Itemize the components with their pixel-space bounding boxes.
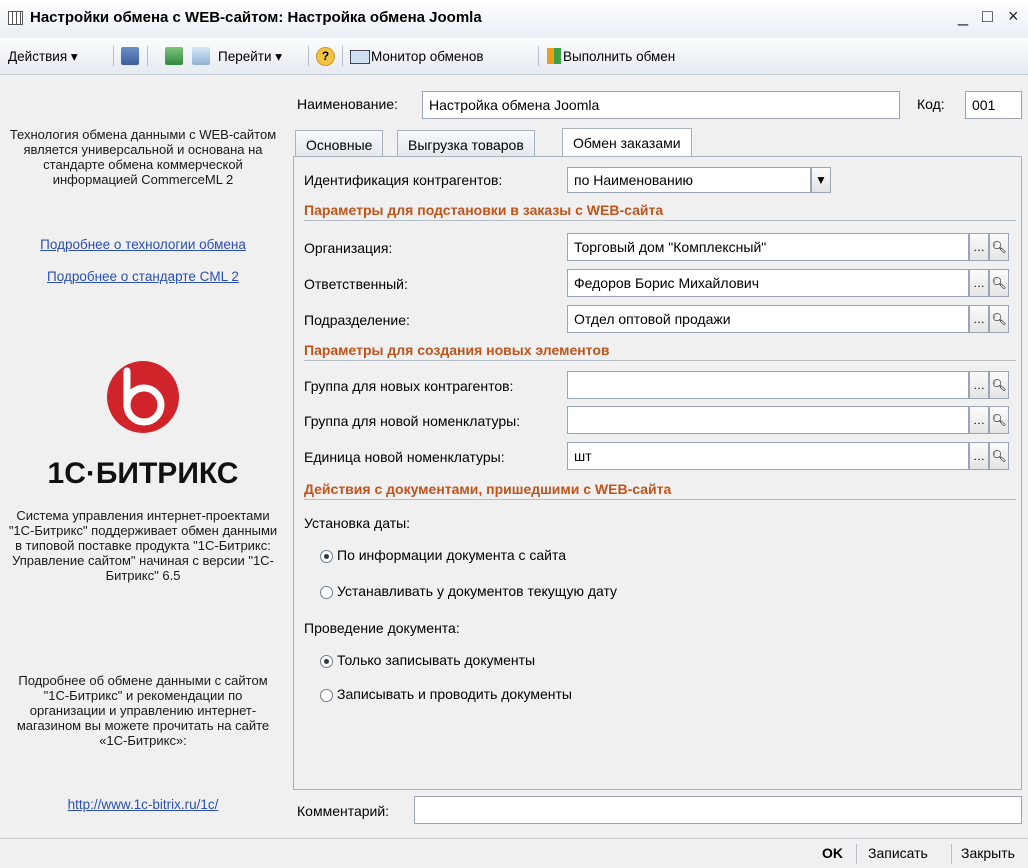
monitor-button[interactable]: Монитор обменов — [371, 49, 484, 64]
goto-menu[interactable]: Перейти ▾ — [218, 49, 282, 65]
toolbar-separator — [147, 46, 148, 66]
responsible-field[interactable]: Федоров Борис Михайлович — [567, 269, 969, 297]
exchange-icon — [547, 48, 561, 64]
search-icon[interactable]: 🔍︎ — [989, 269, 1009, 297]
search-icon[interactable]: 🔍︎ — [989, 371, 1009, 399]
section-divider — [304, 499, 1016, 500]
app-icon — [8, 11, 23, 25]
bitrix-logo-icon — [107, 361, 179, 433]
close-button[interactable]: × — [1008, 6, 1019, 27]
tab-orders-exchange[interactable]: Обмен заказами — [562, 128, 692, 157]
organization-label: Организация: — [304, 240, 393, 256]
toolbar-separator — [856, 844, 857, 864]
identification-label: Идентификация контрагентов: — [304, 172, 503, 188]
system-text: Система управления интернет-проектами "1… — [8, 508, 278, 583]
monitor-icon — [350, 50, 370, 64]
search-icon[interactable]: 🔍︎ — [989, 305, 1009, 333]
group-nomenclature-field[interactable] — [567, 406, 969, 434]
document-icon[interactable] — [192, 47, 210, 65]
ellipsis-icon[interactable]: … — [969, 269, 989, 297]
responsible-label: Ответственный: — [304, 276, 408, 292]
radio-date-from-site[interactable] — [320, 550, 333, 563]
info-panel: Технология обмена данными с WEB-сайтом я… — [0, 75, 286, 825]
more-text: Подробнее об обмене данными с сайтом "1С… — [16, 673, 270, 748]
ellipsis-icon[interactable]: … — [969, 233, 989, 261]
title-bar: Настройки обмена с WEB-сайтом: Настройка… — [0, 0, 1028, 39]
bitrix-url-link[interactable]: http://www.1c-bitrix.ru/1c/ — [0, 797, 286, 812]
toolbar-separator — [308, 46, 309, 66]
section-divider — [304, 220, 1016, 221]
identification-select[interactable]: по Наименованию — [567, 167, 811, 193]
section-new-elements-title: Параметры для создания новых элементов — [304, 342, 610, 358]
section-substitution-title: Параметры для подстановки в заказы с WEB… — [304, 202, 664, 218]
dropdown-arrow-icon[interactable]: ▼ — [811, 167, 831, 193]
toolbar-separator — [113, 46, 114, 66]
search-icon[interactable]: 🔍︎ — [989, 406, 1009, 434]
code-label: Код: — [917, 96, 945, 112]
save-button[interactable]: Записать — [868, 845, 928, 861]
radio-only-write-label[interactable]: Только записывать документы — [337, 652, 535, 668]
close-form-button[interactable]: Закрыть — [961, 845, 1015, 861]
comment-field[interactable] — [414, 796, 1022, 824]
posting-label: Проведение документа: — [304, 620, 460, 636]
search-icon[interactable]: 🔍︎ — [989, 442, 1009, 470]
radio-write-and-post[interactable] — [320, 689, 333, 702]
tab-main[interactable]: Основные — [295, 130, 384, 157]
intro-text: Технология обмена данными с WEB-сайтом я… — [9, 127, 277, 187]
code-field[interactable]: 001 — [965, 91, 1022, 119]
maximize-button[interactable]: □ — [982, 6, 993, 27]
radio-write-and-post-label[interactable]: Записывать и проводить документы — [337, 686, 572, 702]
radio-date-from-site-label[interactable]: По информации документа с сайта — [337, 547, 566, 563]
comment-label: Комментарий: — [297, 803, 390, 819]
execute-exchange-button[interactable]: Выполнить обмен — [563, 49, 675, 64]
department-label: Подразделение: — [304, 312, 410, 328]
tab-goods-export[interactable]: Выгрузка товаров — [397, 130, 535, 157]
name-label: Наименование: — [297, 96, 398, 112]
command-bar: OK Записать Закрыть — [0, 838, 1028, 868]
ok-button[interactable]: OK — [822, 845, 843, 861]
group-contractors-label: Группа для новых контрагентов: — [304, 378, 514, 394]
help-button[interactable]: ? — [316, 47, 335, 66]
radio-date-current[interactable] — [320, 586, 333, 599]
ellipsis-icon[interactable]: … — [969, 406, 989, 434]
refresh-icon[interactable] — [165, 47, 183, 65]
unit-field[interactable]: шт — [567, 442, 969, 470]
name-field[interactable]: Настройка обмена Joomla — [422, 91, 900, 119]
department-field[interactable]: Отдел оптовой продажи — [567, 305, 969, 333]
radio-only-write[interactable] — [320, 655, 333, 668]
toolbar-separator — [538, 46, 539, 66]
link-technology[interactable]: Подробнее о технологии обмена — [0, 237, 286, 252]
window-title: Настройки обмена с WEB-сайтом: Настройка… — [30, 9, 482, 26]
toolbar-separator — [951, 844, 952, 864]
toolbar: Действия ▾ Перейти ▾ ? Монитор обменов В… — [0, 38, 1028, 75]
section-divider — [304, 360, 1016, 361]
unit-label: Единица новой номенклатуры: — [304, 449, 505, 465]
link-cml-standard[interactable]: Подробнее о стандарте CML 2 — [0, 269, 286, 284]
minimize-button[interactable]: _ — [958, 6, 968, 27]
ellipsis-icon[interactable]: … — [969, 305, 989, 333]
actions-menu[interactable]: Действия ▾ — [8, 49, 78, 65]
date-setting-label: Установка даты: — [304, 515, 411, 531]
ellipsis-icon[interactable]: … — [969, 371, 989, 399]
search-icon[interactable]: 🔍︎ — [989, 233, 1009, 261]
bitrix-brand: 1С·БИТРИКС — [47, 457, 239, 490]
group-nomenclature-label: Группа для новой номенклатуры: — [304, 413, 521, 429]
section-documents-title: Действия с документами, пришедшими с WEB… — [304, 481, 672, 497]
list-icon[interactable] — [121, 47, 139, 65]
ellipsis-icon[interactable]: … — [969, 442, 989, 470]
radio-date-current-label[interactable]: Устанавливать у документов текущую дату — [337, 583, 617, 599]
toolbar-separator — [342, 46, 343, 66]
group-contractors-field[interactable] — [567, 371, 969, 399]
organization-field[interactable]: Торговый дом "Комплексный" — [567, 233, 969, 261]
